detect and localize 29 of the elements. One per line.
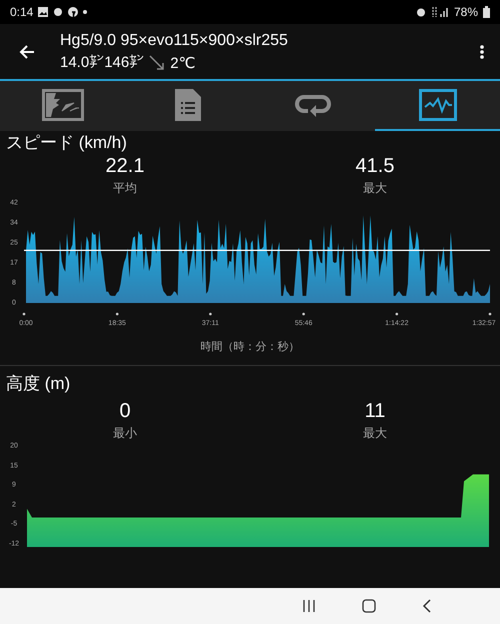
document-icon bbox=[174, 88, 202, 122]
stat-label: 最小 bbox=[113, 425, 137, 442]
more-menu-button[interactable] bbox=[478, 44, 486, 60]
stat-value: 22.1 bbox=[106, 155, 144, 178]
signal-icon bbox=[430, 7, 449, 17]
battery-percent: 78% bbox=[454, 5, 478, 19]
dot-icon bbox=[83, 10, 88, 14]
back-nav-button[interactable] bbox=[422, 599, 432, 613]
stat-label: 最大 bbox=[363, 425, 387, 442]
stat-value: 0 bbox=[119, 400, 131, 423]
graph-icon bbox=[418, 89, 456, 121]
temperature-text: 2℃ bbox=[170, 54, 196, 72]
stat-value: 11 bbox=[364, 400, 386, 423]
home-button[interactable] bbox=[362, 599, 376, 613]
size-text: 14.0㌢146㌢ bbox=[60, 54, 144, 71]
recent-apps-button[interactable] bbox=[302, 600, 316, 612]
stat-label: 平均 bbox=[113, 180, 137, 197]
activity-title: Hg5/9.0 95×evo115×900×slr255 bbox=[60, 32, 289, 50]
image-icon bbox=[38, 7, 48, 17]
back-button[interactable] bbox=[18, 42, 36, 60]
section-title: スピード (km/h) bbox=[6, 133, 128, 153]
arrow-icon bbox=[149, 54, 166, 70]
map-icon bbox=[42, 89, 84, 121]
x-axis-title: 時間（時：分：秒） bbox=[200, 340, 300, 355]
stat-value: 41.5 bbox=[356, 155, 394, 178]
battery-icon bbox=[483, 6, 490, 18]
clock-time: 0:14 bbox=[10, 5, 34, 19]
stat-label: 最大 bbox=[363, 180, 387, 197]
section-title: 高度 (m) bbox=[6, 374, 72, 394]
